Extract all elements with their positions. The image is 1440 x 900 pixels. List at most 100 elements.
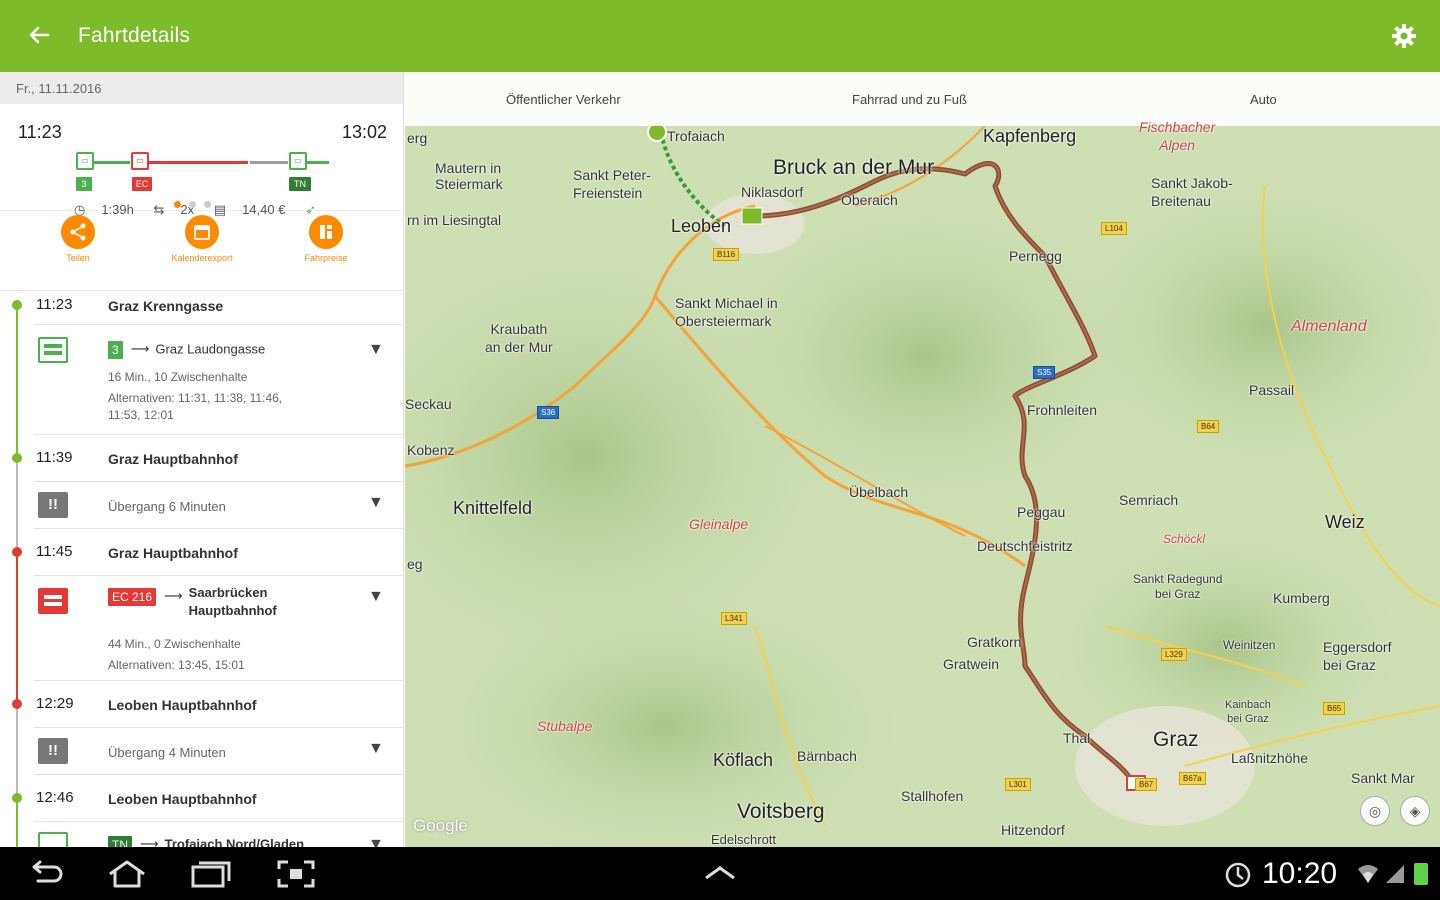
bus-icon: ▭	[289, 152, 307, 170]
leg-row-train[interactable]: EC 216 ⟶ Saarbrücken Hauptbahnhof ▼ 44 Min.…	[0, 576, 403, 680]
road-badge: B116	[713, 248, 740, 261]
expand-chevron-icon[interactable]: ▼	[368, 836, 384, 847]
map-label-line-2: bei Graz	[1227, 713, 1269, 725]
map-label: Kumberg	[1273, 590, 1330, 606]
expand-up-icon[interactable]	[702, 859, 738, 887]
stop-row[interactable]: 12:46 Leoben Hauptbahnhof	[0, 775, 403, 821]
leg-destination: Saarbrücken Hauptbahnhof	[189, 584, 277, 620]
map-label: Bruck an der Mur	[773, 156, 935, 179]
map-label: Stallhofen	[901, 788, 964, 804]
action-bar: Teilen Kalenderexport Fahrpreise	[0, 211, 403, 291]
screenshot-icon[interactable]	[276, 859, 316, 894]
calendar-export-label: Kalenderexport	[171, 253, 233, 263]
expand-chevron-icon[interactable]: ▼	[368, 494, 384, 512]
map-label-line-2: Freienstein	[573, 185, 643, 201]
map-label-line-1: Sankt Radegund	[1133, 572, 1223, 586]
road-badge: B67	[1135, 778, 1158, 791]
map-label: Kobenz	[407, 442, 455, 458]
map-label: Oberaich	[841, 192, 898, 208]
arrow-right-icon: ⟶	[140, 836, 159, 847]
map-label: Trofaiach	[667, 128, 725, 144]
map-label-line-1: Kraubath	[490, 321, 548, 337]
map-label: Sankt Mar	[1351, 770, 1415, 786]
stop-name: Graz Hauptbahnhof	[108, 545, 238, 561]
map-label: Thal	[1063, 730, 1091, 746]
route-map[interactable]: Öffentlicher Verkehr Fahrrad und zu Fuß …	[405, 72, 1440, 847]
map-label: Graz	[1153, 728, 1199, 751]
leg-alternatives: Alternativen: 11:31, 11:38, 11:46,	[108, 391, 283, 405]
transfer-row[interactable]: !! Übergang 6 Minuten ▼	[0, 482, 403, 528]
share-button[interactable]: Teilen	[28, 211, 128, 263]
stop-name: Graz Hauptbahnhof	[108, 451, 238, 467]
road-badge: L104	[1101, 222, 1127, 235]
road-badge: B65	[1323, 702, 1346, 715]
settings-gear-icon[interactable]	[1388, 20, 1420, 52]
leg-destination: Graz Laudongasse	[155, 341, 266, 357]
trip-date: Fr., 11.11.2016	[0, 72, 403, 104]
recent-apps-icon[interactable]	[190, 859, 232, 894]
page-title: Fahrtdetails	[78, 24, 191, 47]
page-indicator[interactable]	[0, 195, 403, 208]
signal-strength-icon	[1386, 865, 1404, 883]
transfer-row[interactable]: !! Übergang 4 Minuten ▼	[0, 728, 403, 774]
departure-time: 11:23	[18, 122, 62, 142]
road-badge: B64	[1197, 420, 1220, 433]
calendar-icon	[185, 215, 219, 249]
road-badge: S36	[537, 406, 560, 419]
map-label-line-1: Fischbacher	[1139, 119, 1216, 135]
train-line-badge: EC	[132, 177, 152, 191]
leg-row-tram[interactable]: 3 ⟶ Graz Laudongasse ▼ 16 Min., 10 Zwische…	[0, 325, 403, 435]
battery-icon	[1414, 863, 1428, 885]
stop-dot	[12, 300, 22, 310]
compass-icon[interactable]: ◎	[1360, 796, 1390, 826]
map-label: Kapfenberg	[983, 126, 1077, 146]
stop-time: 11:39	[36, 449, 73, 466]
stop-time: 11:23	[36, 296, 73, 313]
walk-transfer-icon: !!	[38, 492, 68, 518]
map-mode-tabs: Öffentlicher Verkehr Fahrrad und zu Fuß …	[405, 72, 1440, 126]
map-label: Passail	[1249, 382, 1295, 398]
map-label: Schöckl	[1163, 532, 1206, 546]
map-label: Weinitzen	[1223, 638, 1276, 652]
share-label: Teilen	[66, 253, 90, 263]
map-label-line-1: Sankt Michael in	[675, 295, 778, 311]
fares-button[interactable]: Fahrpreise	[276, 211, 376, 263]
tab-public-transport[interactable]: Öffentlicher Verkehr	[506, 92, 621, 107]
tram-icon: ▭	[76, 152, 94, 170]
map-label: Weiz	[1325, 512, 1365, 532]
map-label: Knittelfeld	[453, 498, 533, 518]
stop-row[interactable]: 11:45 Graz Hauptbahnhof	[0, 529, 403, 575]
map-label-line-1: Kainbach	[1225, 699, 1271, 711]
expand-chevron-icon[interactable]: ▼	[368, 740, 384, 758]
back-nav-icon[interactable]	[26, 859, 64, 892]
stop-row[interactable]: 11:23 Graz Krenngasse	[0, 290, 403, 324]
expand-chevron-icon[interactable]: ▼	[368, 588, 384, 606]
leg-row-bus[interactable]: TN ⟶ Trofaiach Nord/Gladen ▼	[0, 822, 403, 847]
stop-row[interactable]: 12:29 Leoben Hauptbahnhof	[0, 681, 403, 727]
map-label: Gratkorn	[967, 634, 1022, 650]
map-label: Kainbach bei Graz	[1225, 698, 1271, 726]
leg-destination-line-1: Saarbrücken	[188, 585, 268, 600]
stop-time: 12:46	[36, 789, 74, 806]
home-nav-icon[interactable]	[104, 859, 150, 894]
map-label: eg	[407, 556, 423, 572]
transfer-text: Übergang 6 Minuten	[108, 499, 226, 514]
road-badge: S35	[1033, 366, 1056, 379]
map-label-line-1: Eggersdorf	[1323, 639, 1392, 655]
map-label: Mautern in Steiermark	[435, 160, 503, 192]
stop-row[interactable]: 11:39 Graz Hauptbahnhof	[0, 435, 403, 481]
expand-chevron-icon[interactable]: ▼	[368, 341, 384, 359]
trip-detail-panel: Fr., 11.11.2016 11:23 13:02 ▭ ▭ ▭ 3 EC T…	[0, 72, 404, 847]
stop-name: Graz Krenngasse	[108, 298, 224, 314]
tab-car[interactable]: Auto	[1250, 92, 1277, 107]
back-arrow-icon[interactable]	[26, 22, 56, 52]
map-label: Almenland	[1291, 318, 1367, 335]
tab-bike-walk[interactable]: Fahrrad und zu Fuß	[852, 92, 967, 107]
calendar-export-button[interactable]: Kalenderexport	[152, 211, 252, 263]
map-label: Sankt Michael in Obersteiermark	[675, 294, 778, 330]
map-label: Sankt Jakob- Breitenau	[1151, 174, 1233, 210]
route-segment-transfer	[250, 161, 288, 164]
layers-icon[interactable]: ◈	[1400, 796, 1430, 826]
bus-line-badge: TN	[289, 177, 311, 191]
stop-name: Leoben Hauptbahnhof	[108, 791, 257, 807]
